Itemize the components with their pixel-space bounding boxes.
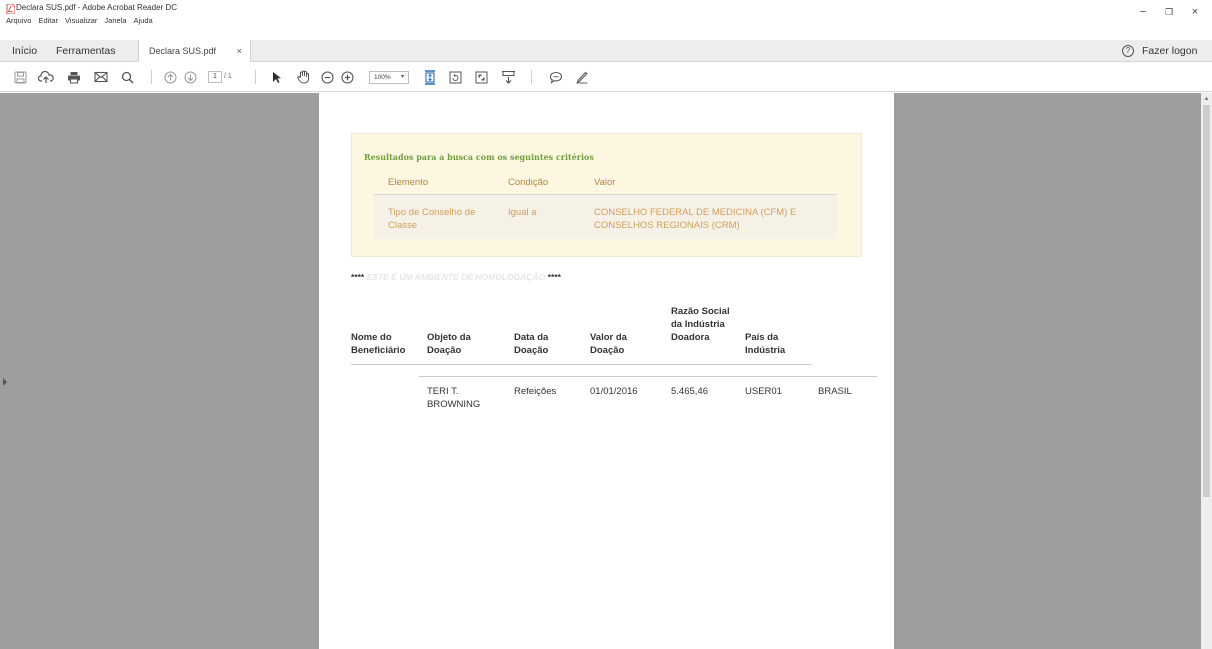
table-cell-pais: BRASIL (818, 386, 852, 397)
menu-editar[interactable]: Editar (38, 16, 58, 25)
menu-ajuda[interactable]: Ajuda (134, 16, 153, 25)
print-icon[interactable] (67, 68, 81, 86)
table-cell-data: 01/01/2016 (590, 386, 638, 397)
table-cell-objeto: Refeições (514, 386, 557, 397)
table-header-valor: Valor da Doação (590, 332, 627, 356)
vertical-scrollbar[interactable]: ▲ (1201, 93, 1212, 649)
tab-bar: Início Ferramentas Declara SUS.pdf × ? F… (0, 40, 1212, 62)
table-header-objeto: Objeto da Doação (427, 332, 471, 356)
criteria-cell-condicao: Igual a (508, 207, 537, 218)
next-page-icon[interactable] (183, 68, 197, 86)
pen-icon[interactable] (574, 68, 589, 86)
fullscreen-icon[interactable] (474, 68, 488, 86)
notice-message: ESTE É UM AMBIENTE DE HOMOLOGAÇÃO (366, 272, 546, 282)
logon-link[interactable]: Fazer logon (1142, 40, 1197, 62)
table-cell-razao-social: USER01 (745, 386, 782, 397)
search-criteria-box: Resultados para a busca com os seguintes… (351, 133, 862, 257)
homologation-notice: **** ESTE É UM AMBIENTE DE HOMOLOGAÇÃO *… (351, 272, 561, 282)
scroll-mode-icon[interactable] (500, 68, 516, 86)
menu-arquivo[interactable]: Arquivo (6, 16, 31, 25)
table-row-divider (419, 376, 877, 377)
window-controls: − ❐ × (1130, 0, 1208, 24)
criteria-header-valor: Valor (594, 177, 616, 188)
table-cell-beneficiario: TERI T. BROWNING (427, 386, 481, 410)
restore-button[interactable]: ❐ (1156, 0, 1182, 24)
table-cell-valor: 5.465,46 (671, 386, 708, 397)
tab-document[interactable]: Declara SUS.pdf × (138, 40, 251, 62)
page-total: / 1 (224, 73, 232, 80)
minimize-button[interactable]: − (1130, 0, 1156, 24)
toolbar: 1 / 1 100% ▾ (0, 62, 1212, 92)
table-header-pais: País da Indústria (745, 332, 786, 356)
tab-home[interactable]: Início (12, 40, 37, 62)
zoom-out-icon[interactable] (320, 68, 334, 86)
rotate-icon[interactable] (448, 68, 462, 86)
tab-tools[interactable]: Ferramentas (56, 40, 116, 62)
close-window-button[interactable]: × (1182, 0, 1208, 24)
toolbar-separator (151, 70, 152, 84)
email-icon[interactable] (94, 68, 108, 86)
table-header-data: Data da Doação (514, 332, 549, 356)
criteria-header-elemento: Elemento (388, 177, 429, 188)
pdf-page: Resultados para a busca com os seguintes… (319, 93, 894, 649)
scroll-up-icon[interactable]: ▲ (1202, 95, 1211, 103)
toolbar-separator (531, 70, 532, 84)
prev-page-icon[interactable] (163, 68, 177, 86)
table-header-beneficiario: Nome do Beneficiário (351, 332, 406, 356)
table-header-razao-social: Razão Social da Indústria Doadora (671, 306, 730, 343)
pdf-file-icon (6, 3, 16, 15)
scroll-thumb[interactable] (1203, 105, 1210, 497)
menu-janela[interactable]: Janela (104, 16, 126, 25)
toolbar-separator (255, 70, 256, 84)
notice-stars-start: **** (351, 272, 365, 282)
select-cursor-icon[interactable] (271, 68, 283, 86)
hand-icon[interactable] (296, 68, 310, 86)
zoom-level-value: 100% (374, 74, 391, 81)
chevron-down-icon: ▾ (400, 74, 404, 80)
tab-close-icon[interactable]: × (237, 40, 242, 62)
expand-left-panel-icon[interactable] (3, 378, 7, 386)
help-icon[interactable]: ? (1122, 45, 1134, 57)
menu-bar: Arquivo Editar Visualizar Janela Ajuda (6, 16, 153, 25)
document-viewport[interactable]: Resultados para a busca com os seguintes… (0, 93, 1212, 649)
zoom-in-icon[interactable] (340, 68, 354, 86)
save-icon[interactable] (13, 68, 27, 86)
comment-icon[interactable] (548, 68, 563, 86)
criteria-header-condicao: Condição (508, 177, 549, 188)
criteria-title: Resultados para a busca com os seguintes… (364, 152, 594, 162)
table-header-divider (351, 364, 812, 365)
upload-icon[interactable] (38, 68, 54, 86)
criteria-cell-valor: CONSELHO FEDERAL DE MEDICINA (CFM) E CON… (594, 207, 797, 231)
fit-page-icon[interactable] (423, 68, 437, 86)
zoom-level-dropdown[interactable]: 100% ▾ (369, 71, 409, 84)
notice-stars-end: **** (547, 272, 561, 282)
title-bar: Declara SUS.pdf - Adobe Acrobat Reader D… (0, 0, 1212, 28)
menu-visualizar[interactable]: Visualizar (65, 16, 97, 25)
criteria-cell-elemento: Tipo de Conselho de Classe (388, 207, 476, 231)
tab-document-label: Declara SUS.pdf (149, 46, 217, 56)
window-title: Declara SUS.pdf - Adobe Acrobat Reader D… (16, 3, 177, 12)
page-number-input[interactable]: 1 (208, 71, 222, 83)
search-icon[interactable] (120, 68, 134, 86)
